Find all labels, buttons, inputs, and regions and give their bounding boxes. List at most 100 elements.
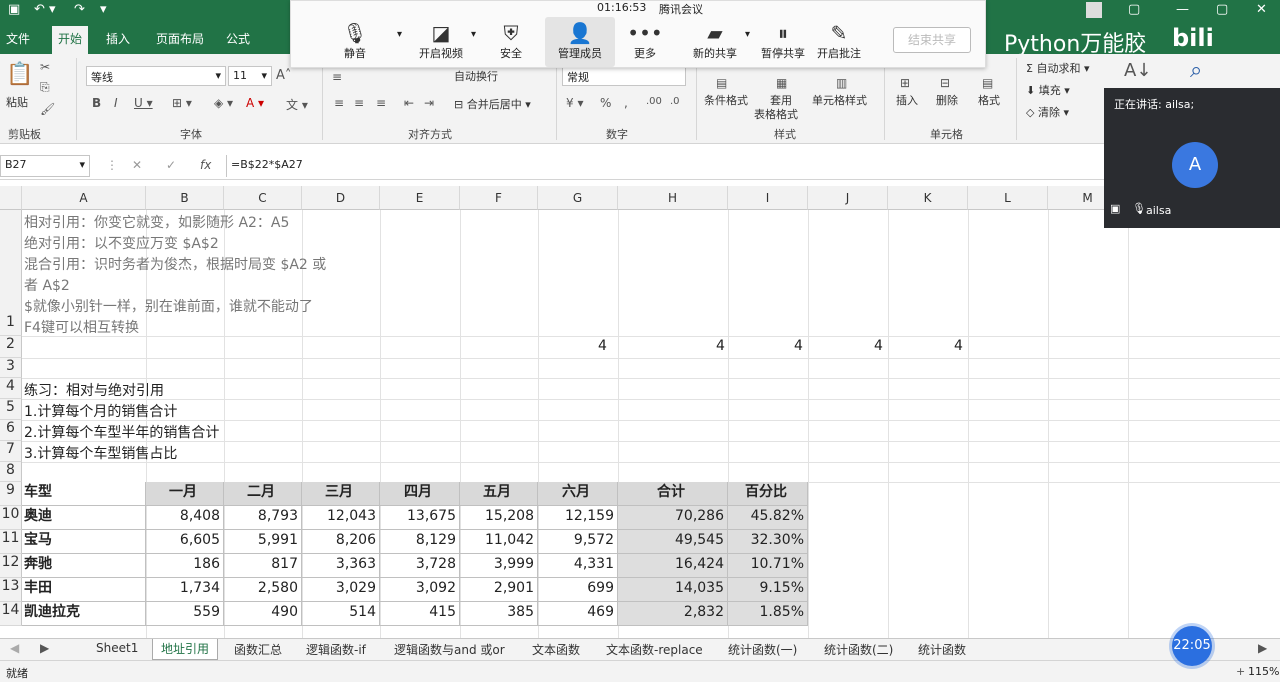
table-cell[interactable]: 699 — [538, 578, 618, 602]
paste-icon[interactable]: 📋 — [6, 62, 33, 87]
tab-formulas[interactable]: 公式 — [226, 30, 250, 47]
table-cell[interactable]: 3,728 — [380, 554, 460, 578]
start-video-button[interactable]: ◪ 开启视频 — [409, 21, 473, 67]
format-cells-button[interactable]: 格式 — [978, 92, 1000, 108]
row-header-3[interactable]: 3 — [0, 358, 22, 378]
conditional-format-button[interactable]: 条件格式 — [704, 92, 748, 108]
close-icon[interactable]: ✕ — [1256, 2, 1267, 17]
share-options-icon[interactable]: ▾ — [745, 29, 750, 40]
table-header-cell[interactable]: 六月 — [538, 482, 618, 506]
column-header-f[interactable]: F — [460, 186, 538, 210]
table-cell[interactable]: 13,675 — [380, 506, 460, 530]
table-cell[interactable]: 415 — [380, 602, 460, 626]
table-cell[interactable]: 469 — [538, 602, 618, 626]
table-header-cell[interactable]: 一月 — [146, 482, 224, 506]
customize-icon[interactable]: ▾ — [100, 2, 107, 17]
note-line[interactable]: 者 A$2 — [24, 275, 70, 295]
row-header-14[interactable]: 14 — [0, 602, 22, 626]
table-cell[interactable]: 4,331 — [538, 554, 618, 578]
manage-members-button[interactable]: 👤 管理成员 — [545, 17, 615, 67]
note-line[interactable]: $就像小别针一样，别在谁前面，谁就不能动了 — [24, 296, 313, 316]
delete-cells-icon[interactable]: ⊟ — [940, 76, 950, 90]
table-row-label[interactable]: 奥迪 — [22, 506, 146, 530]
row-header-11[interactable]: 11 — [0, 530, 22, 554]
table-cell[interactable]: 45.82% — [728, 506, 808, 530]
table-header-cell[interactable]: 四月 — [380, 482, 460, 506]
redo-icon[interactable]: ↷ — [74, 2, 85, 17]
row-header-9[interactable]: 9 — [0, 482, 22, 506]
table-header-cell[interactable]: 二月 — [224, 482, 302, 506]
bold-icon[interactable]: B — [92, 96, 101, 110]
insert-function-icon[interactable]: fx — [200, 158, 211, 172]
cell-i2[interactable]: 4 — [794, 338, 803, 354]
cell-styles-icon[interactable]: ▥ — [836, 76, 847, 90]
zoom-in-icon[interactable]: + — [1236, 665, 1245, 678]
insert-cells-button[interactable]: 插入 — [896, 92, 918, 108]
end-share-button[interactable]: 结束共享 — [893, 27, 971, 53]
scroll-left-icon[interactable]: ◀ — [10, 641, 19, 655]
name-box[interactable]: B27 ▾ — [0, 155, 90, 177]
tab-page-layout[interactable]: 页面布局 — [156, 30, 204, 47]
table-cell[interactable]: 15,208 — [460, 506, 538, 530]
table-cell[interactable]: 2,580 — [224, 578, 302, 602]
table-cell[interactable]: 817 — [224, 554, 302, 578]
table-cell[interactable]: 2,901 — [460, 578, 538, 602]
row-header-2[interactable]: 2 — [0, 336, 22, 358]
row-header-8[interactable]: 8 — [0, 462, 22, 482]
ribbon-display-icon[interactable]: ▢ — [1128, 2, 1140, 17]
find-select-icon[interactable]: ⌕ — [1190, 58, 1202, 83]
undo-icon[interactable]: ↶ ▾ — [34, 2, 56, 17]
annotate-button[interactable]: ✎ 开启批注 — [807, 21, 871, 67]
sheet-tab[interactable]: 逻辑函数-if — [306, 641, 366, 658]
align-top-icon[interactable]: ≡ — [332, 70, 342, 84]
italic-icon[interactable]: I — [114, 96, 118, 110]
phonetic-icon[interactable]: 文 ▾ — [286, 96, 308, 113]
add-sheet-icon[interactable]: ▶ — [1258, 641, 1267, 655]
table-cell[interactable]: 3,999 — [460, 554, 538, 578]
row-header-1[interactable]: 1 — [0, 210, 22, 336]
sheet-tab[interactable]: 统计函数(一) — [728, 641, 797, 658]
format-painter-icon[interactable]: 🖌 — [40, 102, 55, 116]
row-header-12[interactable]: 12 — [0, 554, 22, 578]
increase-decimal-icon[interactable]: .00 — [646, 96, 662, 107]
table-row-label[interactable]: 丰田 — [22, 578, 146, 602]
fill-color-icon[interactable]: ◈ ▾ — [214, 96, 233, 110]
recording-timer[interactable]: 22:05 — [1172, 626, 1212, 666]
tab-home[interactable]: 开始 — [52, 26, 89, 54]
comma-icon[interactable]: , — [624, 96, 628, 110]
sheet-tab[interactable]: 逻辑函数与and 或or — [394, 641, 505, 658]
table-cell[interactable]: 8,793 — [224, 506, 302, 530]
merge-center-button[interactable]: ⊟ 合并后居中 ▾ — [454, 96, 531, 112]
video-options-icon[interactable]: ▾ — [471, 29, 476, 40]
exercise-item[interactable]: 3.计算每个车型销售占比 — [24, 443, 177, 463]
tab-file[interactable]: 文件 — [6, 30, 30, 47]
indent-icon[interactable]: ⇤ — [404, 96, 414, 110]
table-cell[interactable]: 6,605 — [146, 530, 224, 554]
table-header-cell[interactable]: 五月 — [460, 482, 538, 506]
wrap-text-button[interactable]: 自动换行 — [454, 68, 498, 84]
note-line[interactable]: 绝对引用：以不变应万变 $A$2 — [24, 233, 219, 253]
table-cell[interactable]: 490 — [224, 602, 302, 626]
column-header-c[interactable]: C — [224, 186, 302, 210]
currency-icon[interactable]: ¥ ▾ — [566, 96, 583, 110]
column-header-l[interactable]: L — [968, 186, 1048, 210]
row-header-5[interactable]: 5 — [0, 399, 22, 420]
table-cell[interactable]: 8,129 — [380, 530, 460, 554]
format-cells-icon[interactable]: ▤ — [982, 76, 993, 90]
table-cell[interactable]: 16,424 — [618, 554, 728, 578]
exercise-title[interactable]: 练习：相对与绝对引用 — [24, 380, 164, 400]
decrease-decimal-icon[interactable]: .0 — [670, 96, 680, 107]
cell-j2[interactable]: 4 — [874, 338, 883, 354]
note-line[interactable]: 混合引用：识时务者为俊杰，根据时局变 $A2 或 — [24, 254, 326, 274]
table-cell[interactable]: 8,408 — [146, 506, 224, 530]
cancel-icon[interactable]: ✕ — [132, 158, 142, 172]
exercise-item[interactable]: 1.计算每个月的销售合计 — [24, 401, 177, 421]
font-color-icon[interactable]: A ▾ — [246, 96, 264, 110]
worksheet-grid[interactable]: A B C D E F G H I J K L M 1 2 3 4 5 6 7 … — [0, 186, 1280, 638]
row-header-4[interactable]: 4 — [0, 378, 22, 399]
table-header-cell[interactable]: 合计 — [618, 482, 728, 506]
new-share-button[interactable]: ▰ 新的共享 — [683, 21, 747, 67]
table-cell[interactable]: 9,572 — [538, 530, 618, 554]
font-size-select[interactable]: 11 ▾ — [228, 66, 272, 86]
sheet-tab[interactable]: 文本函数 — [532, 641, 580, 658]
